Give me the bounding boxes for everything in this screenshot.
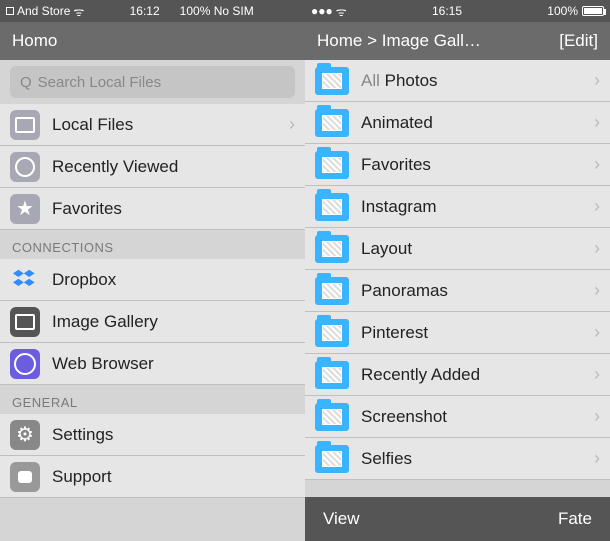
row-label: Settings [52, 425, 295, 445]
row-recently-viewed[interactable]: Recently Viewed [0, 146, 305, 188]
row-label: Web Browser [52, 354, 295, 374]
search-icon: Q [20, 74, 32, 91]
right-header: Home > Image Gall… [Edit] [305, 22, 610, 60]
row-favorites[interactable]: ★ Favorites [0, 188, 305, 230]
right-content: All Photos › Animated › Favorites › Inst… [305, 60, 610, 541]
row-dropbox[interactable]: Dropbox [0, 259, 305, 301]
folder-label: Screenshot [361, 407, 594, 427]
battery-icon [582, 6, 604, 16]
breadcrumb[interactable]: Home > Image Gall… [317, 31, 559, 51]
status-bar-left: And Store ᯤ 16:12 100% No SIM [0, 0, 305, 22]
status-bar-right: ●●● ᯤ 16:15 100% [305, 0, 610, 22]
fate-button[interactable]: Fate [558, 509, 592, 529]
folder-label: All Photos [361, 71, 594, 91]
folder-label: Selfies [361, 449, 594, 469]
carrier-label: And Store [17, 4, 70, 18]
folder-icon [315, 193, 349, 221]
folder-favorites[interactable]: Favorites › [305, 144, 610, 186]
folder-icon [315, 151, 349, 179]
chevron-right-icon: › [594, 406, 600, 427]
folder-recently-added[interactable]: Recently Added › [305, 354, 610, 396]
files-icon [10, 110, 40, 140]
gear-icon: ⚙ [10, 420, 40, 450]
back-icon[interactable] [6, 7, 14, 15]
folder-icon [315, 361, 349, 389]
bottom-toolbar: View Fate [305, 497, 610, 541]
folder-label: Instagram [361, 197, 594, 217]
row-label: Local Files [52, 115, 289, 135]
folder-icon [315, 67, 349, 95]
status-time: 16:12 [130, 4, 160, 18]
row-label: Dropbox [52, 270, 295, 290]
chevron-right-icon: › [594, 322, 600, 343]
folder-screenshot[interactable]: Screenshot › [305, 396, 610, 438]
folder-label: Animated [361, 113, 594, 133]
row-label: Favorites [52, 199, 295, 219]
status-center: 100% No SIM [180, 4, 254, 18]
view-button[interactable]: View [323, 509, 360, 529]
globe-icon [10, 349, 40, 379]
row-settings[interactable]: ⚙ Settings [0, 414, 305, 456]
folder-icon [315, 445, 349, 473]
section-connections: CONNECTIONS [0, 230, 305, 259]
folder-instagram[interactable]: Instagram › [305, 186, 610, 228]
wifi-icon: ᯤ [336, 3, 347, 20]
folder-all-photos[interactable]: All Photos › [305, 60, 610, 102]
folder-icon [315, 319, 349, 347]
section-general: GENERAL [0, 385, 305, 414]
row-image-gallery[interactable]: Image Gallery [0, 301, 305, 343]
row-web-browser[interactable]: Web Browser [0, 343, 305, 385]
left-content: Q Search Local Files Local Files › Recen… [0, 60, 305, 541]
folder-icon [315, 403, 349, 431]
chevron-right-icon: › [594, 112, 600, 133]
row-label: Recently Viewed [52, 157, 295, 177]
left-title: Homo [12, 31, 293, 51]
row-support[interactable]: Support [0, 456, 305, 498]
clock-icon [10, 152, 40, 182]
chevron-right-icon: › [289, 114, 295, 135]
star-icon: ★ [10, 194, 40, 224]
folder-panoramas[interactable]: Panoramas › [305, 270, 610, 312]
left-header: Homo [0, 22, 305, 60]
search-input[interactable]: Q Search Local Files [10, 66, 295, 98]
gallery-icon [10, 307, 40, 337]
chevron-right-icon: › [594, 154, 600, 175]
status-time-right: 16:15 [347, 4, 548, 18]
chevron-right-icon: › [594, 238, 600, 259]
wifi-icon: ᯤ [73, 3, 84, 20]
folder-icon [315, 277, 349, 305]
folder-label: Favorites [361, 155, 594, 175]
chevron-right-icon: › [594, 364, 600, 385]
chevron-right-icon: › [594, 70, 600, 91]
folder-selfies[interactable]: Selfies › [305, 438, 610, 480]
chat-icon [10, 462, 40, 492]
row-label: Image Gallery [52, 312, 295, 332]
row-local-files[interactable]: Local Files › [0, 104, 305, 146]
right-panel: ●●● ᯤ 16:15 100% Home > Image Gall… [Edi… [305, 0, 610, 541]
chevron-right-icon: › [594, 448, 600, 469]
folder-label: Pinterest [361, 323, 594, 343]
chevron-right-icon: › [594, 280, 600, 301]
left-panel: And Store ᯤ 16:12 100% No SIM Homo Q Sea… [0, 0, 305, 541]
edit-button[interactable]: [Edit] [559, 31, 598, 51]
folder-label: Panoramas [361, 281, 594, 301]
chevron-right-icon: › [594, 196, 600, 217]
search-placeholder: Search Local Files [38, 74, 161, 91]
signal-icon: ●●● [311, 4, 333, 18]
folder-label: Recently Added [361, 365, 594, 385]
folder-label: Layout [361, 239, 594, 259]
folder-animated[interactable]: Animated › [305, 102, 610, 144]
folder-icon [315, 235, 349, 263]
folder-layout[interactable]: Layout › [305, 228, 610, 270]
folder-icon [315, 109, 349, 137]
row-label: Support [52, 467, 295, 487]
folder-pinterest[interactable]: Pinterest › [305, 312, 610, 354]
dropbox-icon [10, 265, 40, 295]
battery-pct: 100% [547, 4, 578, 18]
